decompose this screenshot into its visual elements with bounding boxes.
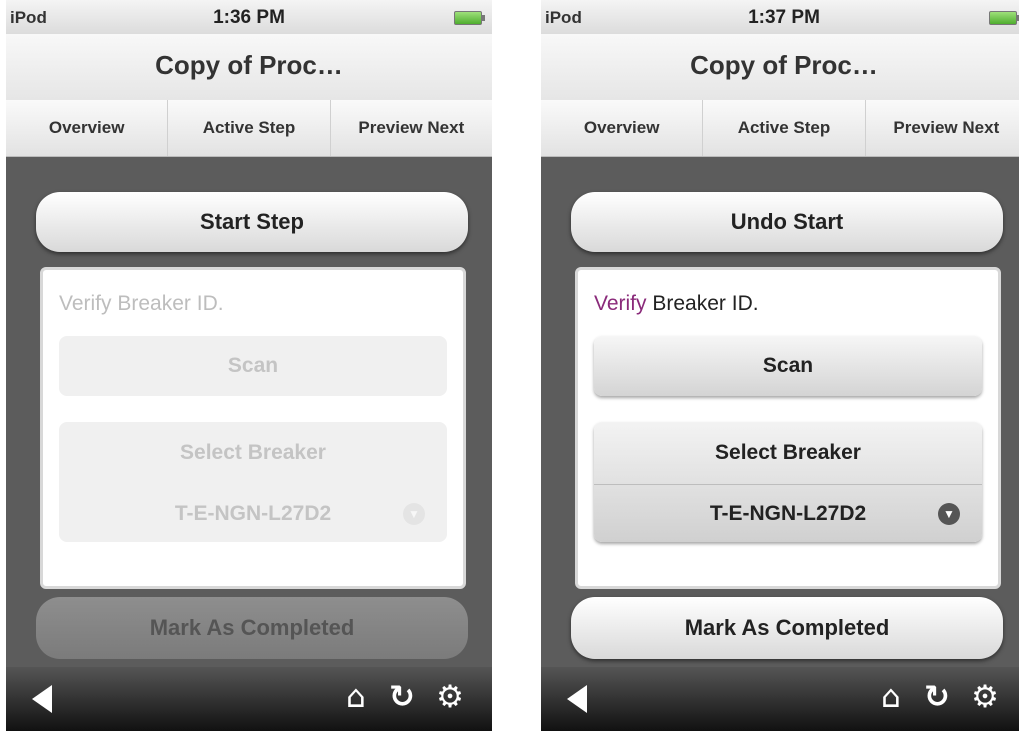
battery-icon bbox=[454, 11, 485, 25]
scan-button[interactable]: Scan bbox=[594, 336, 982, 396]
refresh-icon[interactable]: ↻ bbox=[917, 677, 957, 717]
step-instruction: Verify Breaker ID. bbox=[594, 292, 759, 316]
step-content: Undo Start Verify Breaker ID. Scan Selec… bbox=[541, 157, 1019, 667]
tab-bar: Overview Active Step Preview Next bbox=[541, 100, 1019, 157]
start-step-button[interactable]: Start Step bbox=[36, 192, 468, 252]
status-time: 1:36 PM bbox=[213, 7, 285, 28]
status-bar: iPod 1:37 PM bbox=[541, 0, 1019, 34]
tab-preview-next[interactable]: Preview Next bbox=[866, 100, 1019, 156]
home-icon[interactable]: ⌂ bbox=[871, 677, 911, 717]
step-instruction: Verify Breaker ID. bbox=[59, 292, 224, 316]
mark-completed-button[interactable]: Mark As Completed bbox=[571, 597, 1003, 659]
select-breaker-label: Select Breaker bbox=[59, 422, 447, 485]
status-bar: iPod 1:36 PM bbox=[6, 0, 492, 34]
scan-button[interactable]: Scan bbox=[59, 336, 447, 396]
refresh-icon[interactable]: ↻ bbox=[382, 677, 422, 717]
tab-overview[interactable]: Overview bbox=[541, 100, 704, 156]
tab-bar: Overview Active Step Preview Next bbox=[6, 100, 492, 157]
breaker-id-text: T-E-NGN-L27D2 bbox=[174, 502, 332, 525]
breaker-select-value[interactable]: T-E-NGN-L27D2 ▼ bbox=[594, 485, 982, 542]
instruction-verb: Verify bbox=[59, 292, 112, 315]
back-icon[interactable] bbox=[32, 685, 52, 713]
status-time: 1:37 PM bbox=[748, 7, 820, 28]
title-bar: Copy of Proc… bbox=[541, 34, 1019, 100]
tab-overview[interactable]: Overview bbox=[6, 100, 169, 156]
home-icon[interactable]: ⌂ bbox=[336, 677, 376, 717]
breaker-select-value[interactable]: T-E-NGN-L27D2 ▼ bbox=[59, 485, 447, 542]
tab-active-step[interactable]: Active Step bbox=[703, 100, 866, 156]
instruction-verb: Verify bbox=[594, 292, 647, 315]
battery-icon bbox=[989, 11, 1019, 25]
settings-icon[interactable]: ⚙ bbox=[430, 677, 470, 717]
step-card: Verify Breaker ID. Scan Select Breaker T… bbox=[575, 267, 1001, 589]
mark-completed-button[interactable]: Mark As Completed bbox=[36, 597, 468, 659]
bottom-toolbar: ⌂ ↻ ⚙ bbox=[6, 667, 492, 731]
title-bar: Copy of Proc… bbox=[6, 34, 492, 100]
settings-icon[interactable]: ⚙ bbox=[965, 677, 1005, 717]
page-title: Copy of Proc… bbox=[690, 50, 878, 80]
step-content: Start Step Verify Breaker ID. Scan Selec… bbox=[6, 157, 492, 667]
breaker-id-text: T-E-NGN-L27D2 bbox=[709, 502, 867, 525]
tab-preview-next[interactable]: Preview Next bbox=[331, 100, 492, 156]
back-icon[interactable] bbox=[567, 685, 587, 713]
phone-screen-after-start: iPod 1:37 PM Copy of Proc… Overview Acti… bbox=[541, 0, 1019, 731]
tab-active-step[interactable]: Active Step bbox=[168, 100, 331, 156]
instruction-text: Breaker ID. bbox=[646, 292, 759, 315]
phone-screen-before-start: iPod 1:36 PM Copy of Proc… Overview Acti… bbox=[6, 0, 492, 731]
breaker-select[interactable]: Select Breaker T-E-NGN-L27D2 ▼ bbox=[594, 422, 982, 542]
page-title: Copy of Proc… bbox=[155, 50, 343, 80]
breaker-select[interactable]: Select Breaker T-E-NGN-L27D2 ▼ bbox=[59, 422, 447, 542]
instruction-text: Breaker ID. bbox=[111, 292, 224, 315]
select-breaker-label: Select Breaker bbox=[594, 422, 982, 485]
step-card: Verify Breaker ID. Scan Select Breaker T… bbox=[40, 267, 466, 589]
chevron-down-icon[interactable]: ▼ bbox=[938, 503, 960, 525]
undo-start-button[interactable]: Undo Start bbox=[571, 192, 1003, 252]
bottom-toolbar: ⌂ ↻ ⚙ bbox=[541, 667, 1019, 731]
chevron-down-icon[interactable]: ▼ bbox=[403, 503, 425, 525]
